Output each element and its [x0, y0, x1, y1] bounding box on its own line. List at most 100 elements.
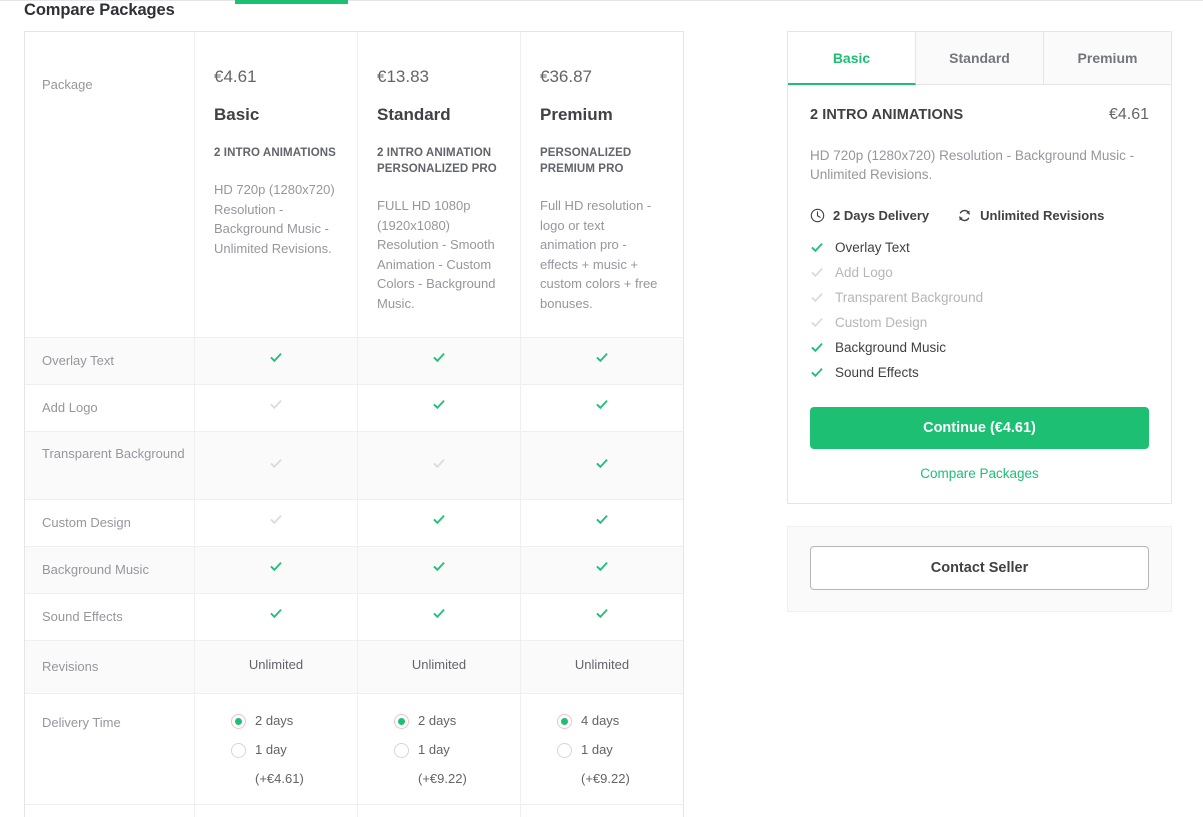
sidebar-feature-item: Background Music [810, 339, 1149, 357]
delivery-option-label: 1 day [418, 742, 450, 757]
sidebar-feature-item: Custom Design [810, 314, 1149, 332]
delivery-option[interactable]: 1 day [231, 742, 357, 758]
table-row-feature: Background Music [25, 547, 683, 594]
delivery-meta-label: 2 Days Delivery [833, 208, 930, 223]
package-card: Basic Standard Premium 2 INTRO ANIMATIONS … [787, 31, 1172, 504]
package-name: Premium [540, 105, 613, 124]
active-tab-indicator [235, 0, 348, 4]
check-icon [269, 351, 283, 365]
package-column-standard: €13.83 Standard 2 INTRO ANIMATION PERSONAL… [358, 32, 521, 337]
package-price: €36.87 [540, 67, 592, 86]
delivery-option[interactable]: 2 days [394, 713, 520, 729]
delivery-option-extra: (+€4.61) [255, 771, 304, 786]
table-row-feature: Overlay Text [25, 338, 683, 385]
sidebar-feature-item: Transparent Background [810, 289, 1149, 307]
check-icon-disabled [810, 266, 824, 280]
delivery-option[interactable]: 4 days [557, 713, 683, 729]
delivery-option[interactable]: 1 day [394, 742, 520, 758]
check-icon [432, 351, 446, 365]
package-subtitle: PERSONALIZED PREMIUM PRO [540, 147, 632, 175]
check-icon [595, 513, 609, 527]
tab-premium[interactable]: Premium [1044, 32, 1171, 85]
sidebar-feature-item: Sound Effects [810, 364, 1149, 382]
feature-value [195, 500, 358, 546]
check-icon [432, 560, 446, 574]
sidebar-feature-item: Overlay Text [810, 239, 1149, 257]
delivery-option[interactable]: 1 day [557, 742, 683, 758]
feature-value [358, 547, 521, 593]
table-row-delivery: Delivery Time 2 days 1 day (+€4.61) 2 days 1 … [25, 694, 683, 805]
package-card-title: 2 INTRO ANIMATIONS [810, 107, 964, 123]
sidebar-feature-label: Overlay Text [835, 240, 910, 255]
delivery-option-label: 1 day [581, 742, 613, 757]
sidebar-feature-label: Background Music [835, 340, 947, 355]
revisions-meta-label: Unlimited Revisions [980, 208, 1105, 223]
sidebar-feature-label: Sound Effects [835, 365, 919, 380]
feature-value [195, 594, 358, 640]
package-feature-list: Overlay Text Add Logo Transparent Backgrou… [810, 239, 1149, 382]
continue-button[interactable]: Continue (€4.61) [810, 407, 1149, 449]
check-icon [595, 607, 609, 621]
table-row-feature: Sound Effects [25, 594, 683, 641]
delivery-option-label: 2 days [418, 713, 457, 728]
feature-value [358, 385, 521, 431]
package-tabs: Basic Standard Premium [788, 32, 1171, 85]
check-icon [595, 351, 609, 365]
check-icon [810, 241, 824, 255]
check-icon-disabled [269, 457, 283, 471]
total-cell: €13.83Select [358, 805, 521, 817]
radio-button[interactable] [394, 713, 409, 729]
package-card-price: €4.61 [1108, 106, 1149, 123]
feature-value [195, 547, 358, 593]
table-row-feature: Custom Design [25, 500, 683, 547]
tab-standard[interactable]: Standard [916, 32, 1044, 85]
package-meta-row: 2 Days Delivery Unlimited Revisions [810, 208, 1149, 223]
check-icon [432, 513, 446, 527]
feature-value [358, 500, 521, 546]
package-description: FULL HD 1080p (1920x1080) Resolution - S… [377, 198, 496, 311]
compare-packages-link[interactable]: Compare Packages [810, 466, 1149, 481]
radio-button[interactable] [557, 742, 572, 758]
radio-button[interactable] [231, 742, 246, 758]
feature-value [195, 432, 358, 499]
package-sidebar: Basic Standard Premium 2 INTRO ANIMATIONS … [787, 31, 1172, 612]
tab-basic[interactable]: Basic [788, 32, 916, 85]
table-row-package: Package €4.61 Basic 2 INTRO ANIMATIONS HD 72… [25, 32, 683, 338]
radio-button[interactable] [231, 713, 246, 729]
sidebar-feature-item: Add Logo [810, 264, 1149, 282]
delivery-option-label: 2 days [255, 713, 294, 728]
delivery-options: 2 days 1 day (+€9.22) [358, 694, 521, 804]
top-divider [0, 0, 1203, 1]
compare-packages-page: Compare Packages Package €4.61 Basic 2 INTR… [0, 0, 1203, 817]
revisions-value: Unlimited [195, 641, 358, 693]
check-icon [595, 457, 609, 471]
feature-label: Sound Effects [25, 594, 195, 640]
package-card-description: HD 720p (1280x720) Resolution - Backgrou… [810, 148, 1135, 182]
row-label-delivery: Delivery Time [25, 694, 195, 804]
row-label-package: Package [25, 32, 195, 337]
delivery-option-label: 1 day [255, 742, 287, 757]
feature-label: Background Music [25, 547, 195, 593]
feature-label: Add Logo [25, 385, 195, 431]
radio-button[interactable] [557, 713, 572, 729]
check-icon [432, 607, 446, 621]
revisions-value: Unlimited [358, 641, 521, 693]
radio-button[interactable] [394, 742, 409, 758]
check-icon-disabled [269, 398, 283, 412]
delivery-option[interactable]: 2 days [231, 713, 357, 729]
page-title: Compare Packages [24, 1, 175, 19]
clock-icon [810, 208, 825, 223]
check-icon [595, 560, 609, 574]
package-column-premium: €36.87 Premium PERSONALIZED PREMIUM PRO Ful… [521, 32, 683, 337]
delivery-options: 2 days 1 day (+€4.61) [195, 694, 358, 804]
delivery-option-extra: (+€9.22) [581, 771, 630, 786]
package-description: Full HD resolution - logo or text animat… [540, 198, 658, 311]
table-row-total: Total€4.61Select€13.83Select€36.87Select [25, 805, 683, 817]
check-icon-disabled [810, 316, 824, 330]
feature-label: Overlay Text [25, 338, 195, 384]
contact-seller-button[interactable]: Contact Seller [810, 546, 1149, 590]
check-icon-disabled [810, 291, 824, 305]
feature-value [521, 500, 683, 546]
check-icon [595, 398, 609, 412]
check-icon [810, 366, 824, 380]
